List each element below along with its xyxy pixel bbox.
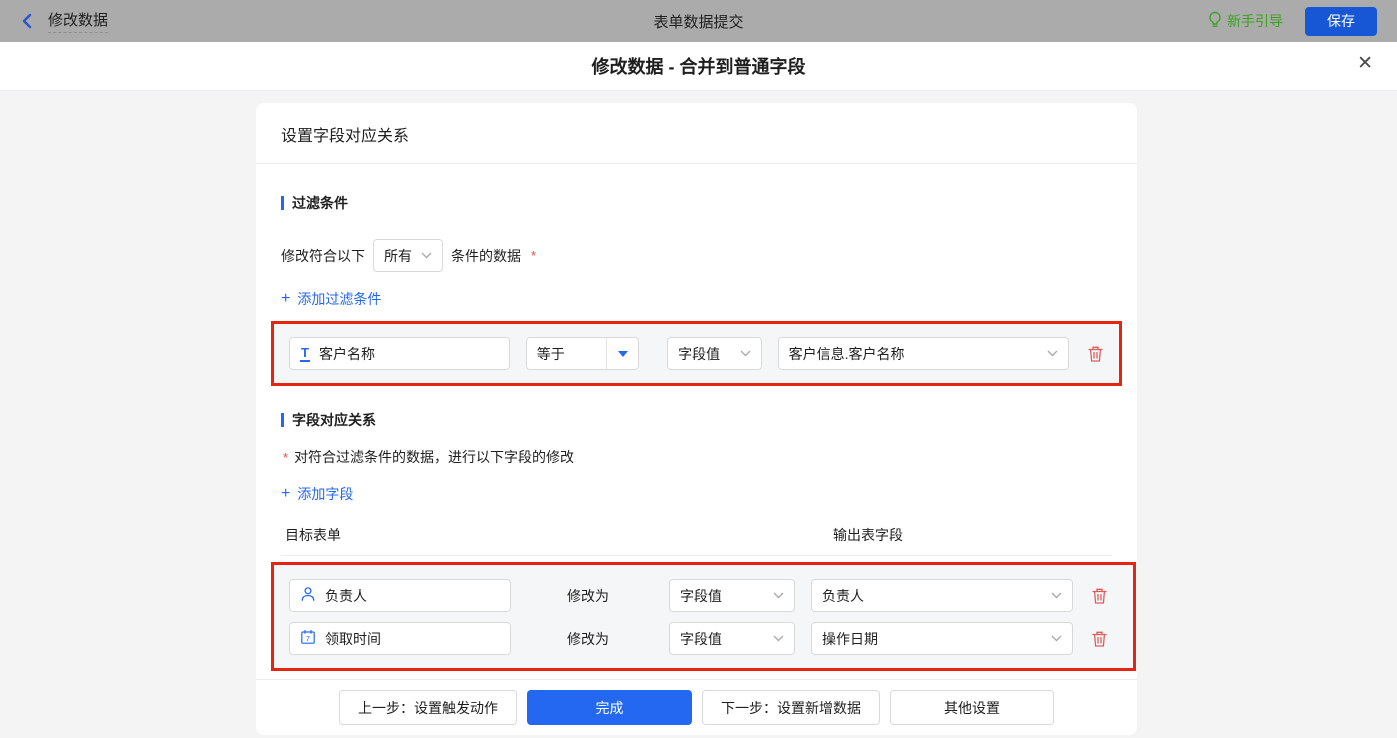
output-field-select[interactable]: 操作日期 (811, 622, 1073, 655)
next-step-button[interactable]: 下一步：设置新增数据 (702, 690, 880, 725)
mapping-note-text: 对符合过滤条件的数据，进行以下字段的修改 (294, 449, 575, 465)
mapping-section-label: 字段对应关系 (292, 412, 376, 428)
svg-text:7: 7 (306, 634, 310, 643)
column-output-field: 输出表字段 (833, 527, 903, 543)
beginner-guide-label: 新手引导 (1227, 13, 1283, 29)
filter-section-title: 过滤条件 (281, 193, 1112, 213)
target-field-value: 领取时间 (325, 630, 381, 647)
save-button[interactable]: 保存 (1305, 6, 1377, 36)
caret-down-icon[interactable] (606, 338, 638, 369)
column-target-form: 目标表单 (285, 527, 341, 543)
delete-mapping-row-icon[interactable] (1091, 630, 1108, 648)
required-mark: * (531, 248, 537, 263)
add-field-label: 添加字段 (297, 486, 354, 502)
chevron-down-icon (1047, 350, 1058, 357)
other-settings-button[interactable]: 其他设置 (890, 690, 1054, 725)
close-icon[interactable]: ✕ (1357, 54, 1373, 73)
page-title: 表单数据提交 (653, 13, 744, 31)
output-field-value: 负责人 (822, 587, 864, 604)
filter-value-type: 字段值 (678, 345, 721, 362)
chevron-down-icon (773, 635, 784, 642)
mapping-note: * 对符合过滤条件的数据，进行以下字段的修改 (281, 447, 1112, 467)
add-filter-condition-link[interactable]: + 添加过滤条件 (281, 289, 381, 309)
filter-section-label: 过滤条件 (292, 195, 348, 211)
modal-title: 修改数据 - 合并到普通字段 (591, 57, 806, 77)
chevron-down-icon (773, 592, 784, 599)
value-type-select[interactable]: 字段值 (669, 579, 795, 612)
operator-select[interactable]: 等于 (525, 337, 640, 370)
mapping-section-title: 字段对应关系 (281, 410, 1112, 430)
modify-as-label: 修改为 (567, 587, 609, 604)
columns-divider (281, 555, 1112, 556)
text-field-icon: T (300, 344, 310, 362)
prev-step-button[interactable]: 上一步：设置触发动作 (339, 690, 517, 725)
filter-row: T 客户名称 等于 字段值 客户信息.客户名称 (289, 337, 1104, 370)
chevron-down-icon (1051, 592, 1062, 599)
filter-value-select[interactable]: 客户信息.客户名称 (777, 337, 1069, 370)
modify-as-label: 修改为 (567, 630, 609, 647)
match-mode-value: 所有 (384, 247, 412, 264)
filter-row-highlight-box: T 客户名称 等于 字段值 客户信息.客户名称 (271, 321, 1122, 386)
delete-mapping-row-icon[interactable] (1091, 587, 1108, 605)
wizard-footer: 上一步：设置触发动作 完成 下一步：设置新增数据 其他设置 (256, 679, 1137, 735)
mapping-row: 7 领取时间 修改为 字段值 操作日期 (289, 622, 1118, 655)
section-accent-bar (281, 413, 284, 427)
done-button[interactable]: 完成 (527, 690, 692, 725)
modal-header: 修改数据 - 合并到普通字段 ✕ (0, 42, 1397, 91)
card-header-title: 设置字段对应关系 (256, 103, 1137, 164)
chevron-down-icon (1051, 635, 1062, 642)
chevron-down-icon (421, 252, 432, 259)
sentence-prefix: 修改符合以下 (281, 247, 365, 264)
sentence-suffix: 条件的数据 (451, 247, 521, 264)
top-bar: 修改数据 表单数据提交 新手引导 保存 (0, 0, 1397, 42)
calendar-icon: 7 (300, 629, 316, 648)
target-field-input[interactable]: 7 领取时间 (289, 622, 511, 655)
output-field-value: 操作日期 (822, 630, 878, 647)
target-field-value: 负责人 (325, 587, 367, 604)
plus-icon: + (281, 485, 291, 502)
settings-card: 设置字段对应关系 过滤条件 修改符合以下 所有 条件的数据 * + 添加过滤条件… (256, 103, 1137, 735)
value-type: 字段值 (680, 630, 722, 647)
back-nav[interactable]: 修改数据 (20, 9, 109, 33)
mapping-rows-highlight-box: 负责人 修改为 字段值 负责人 7 领取时间 修改为 字段值 操作日期 (271, 562, 1136, 671)
topbar-actions: 新手引导 保存 (1208, 6, 1377, 36)
value-type: 字段值 (680, 587, 722, 604)
lightbulb-icon (1208, 11, 1222, 31)
filter-field-value: 客户名称 (318, 345, 375, 362)
target-field-input[interactable]: 负责人 (289, 579, 511, 612)
back-label[interactable]: 修改数据 (48, 9, 109, 33)
required-mark: * (283, 449, 289, 465)
card-content: 过滤条件 修改符合以下 所有 条件的数据 * + 添加过滤条件 T 客户名称 等… (256, 164, 1137, 679)
plus-icon: + (281, 290, 291, 307)
user-icon (300, 586, 316, 605)
filter-value: 客户信息.客户名称 (788, 345, 905, 362)
match-mode-select[interactable]: 所有 (373, 239, 443, 272)
modal-body: 设置字段对应关系 过滤条件 修改符合以下 所有 条件的数据 * + 添加过滤条件… (0, 91, 1397, 738)
add-field-link[interactable]: + 添加字段 (281, 484, 353, 504)
filter-condition-sentence: 修改符合以下 所有 条件的数据 * (281, 239, 1112, 272)
filter-field-input[interactable]: T 客户名称 (289, 337, 510, 370)
mapping-row: 负责人 修改为 字段值 负责人 (289, 579, 1118, 612)
filter-value-type-select[interactable]: 字段值 (667, 337, 762, 370)
delete-filter-row-icon[interactable] (1087, 345, 1104, 363)
add-filter-condition-label: 添加过滤条件 (297, 291, 382, 307)
mapping-columns-header: 目标表单 输出表字段 (281, 525, 1112, 545)
section-accent-bar (281, 196, 284, 210)
operator-value: 等于 (536, 345, 565, 362)
beginner-guide-link[interactable]: 新手引导 (1208, 11, 1283, 31)
back-chevron-icon[interactable] (20, 13, 34, 29)
output-field-select[interactable]: 负责人 (811, 579, 1073, 612)
value-type-select[interactable]: 字段值 (669, 622, 795, 655)
chevron-down-icon (740, 350, 751, 357)
